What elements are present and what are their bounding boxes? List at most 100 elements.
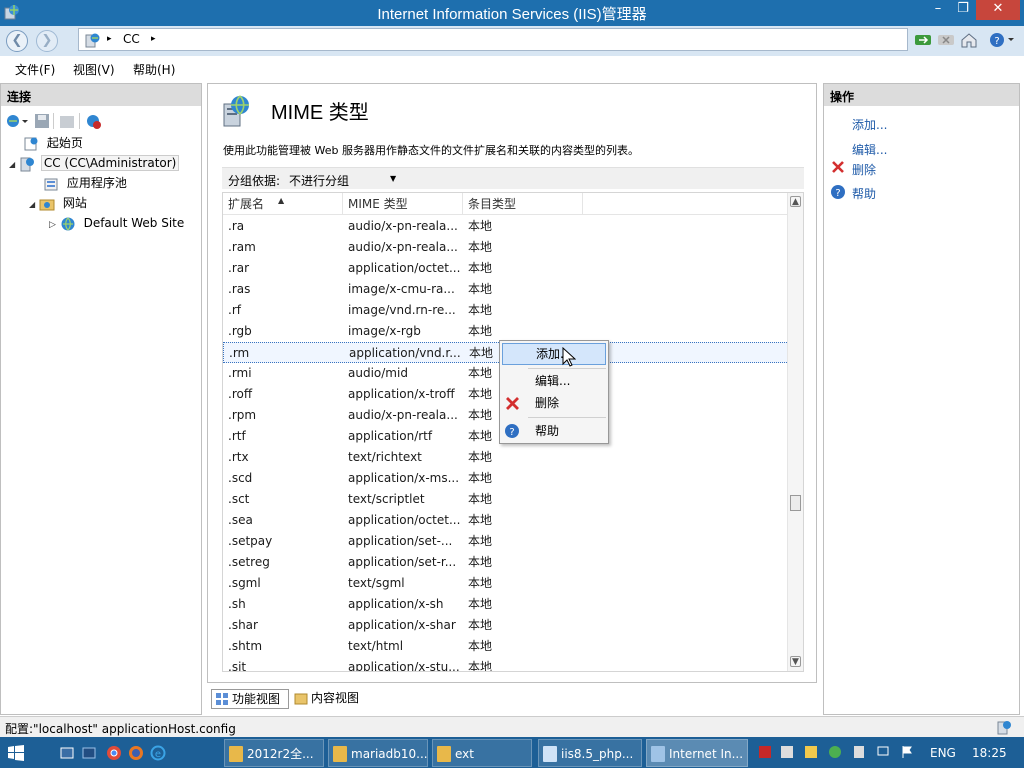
menu-help[interactable]: 帮助(H) bbox=[133, 61, 175, 78]
table-row[interactable]: .shar application/x-shar 本地 bbox=[223, 615, 789, 636]
firefox-icon[interactable] bbox=[128, 745, 144, 761]
taskbar-item-folder-mariadb[interactable]: mariadb10... bbox=[328, 739, 428, 767]
taskbar-item-folder-2012r2[interactable]: 2012r2全... bbox=[224, 739, 324, 767]
context-menu-edit[interactable]: 编辑... bbox=[502, 370, 606, 392]
maximize-button[interactable]: ❐ bbox=[951, 0, 975, 20]
collapse-arrow-icon[interactable]: ◢ bbox=[29, 200, 35, 209]
taskbar-item-iis-manager[interactable]: Internet In... bbox=[646, 739, 748, 767]
table-row[interactable]: .rgb image/x-rgb 本地 bbox=[223, 321, 789, 342]
tree-item-start-page[interactable]: 起始页 bbox=[23, 134, 83, 152]
action-help[interactable]: 帮助 bbox=[852, 185, 876, 202]
delete-connection-icon[interactable] bbox=[60, 116, 74, 128]
cell-mime-type: image/x-cmu-ra... bbox=[348, 282, 455, 296]
table-row[interactable]: .setpay application/set-... 本地 bbox=[223, 531, 789, 552]
breadcrumb-cc[interactable]: CC bbox=[123, 32, 140, 46]
tree-item-server[interactable]: ◢ CC (CC\Administrator) bbox=[9, 154, 180, 172]
vertical-scrollbar[interactable]: ▲ ▼ bbox=[787, 193, 803, 671]
connect-icon[interactable] bbox=[7, 115, 28, 127]
expand-arrow-icon[interactable]: ▷ bbox=[49, 220, 56, 230]
table-row[interactable]: .setreg application/set-r... 本地 bbox=[223, 552, 789, 573]
content-view-icon bbox=[294, 693, 308, 705]
table-row[interactable]: .ras image/x-cmu-ra... 本地 bbox=[223, 279, 789, 300]
table-row[interactable]: .sh application/x-sh 本地 bbox=[223, 594, 789, 615]
menu-file[interactable]: 文件(F) bbox=[15, 61, 55, 78]
cell-extension: .sct bbox=[228, 492, 250, 506]
network-icon[interactable] bbox=[876, 745, 890, 759]
table-row[interactable]: .rar application/octet... 本地 bbox=[223, 258, 789, 279]
table-row[interactable]: .sgml text/sgml 本地 bbox=[223, 573, 789, 594]
dropdown-arrow-icon[interactable]: ▼ bbox=[390, 174, 396, 183]
tray-app-icon[interactable] bbox=[828, 745, 842, 759]
cell-extension: .ra bbox=[228, 219, 245, 233]
table-row[interactable]: .rf image/vnd.rn-re... 本地 bbox=[223, 300, 789, 321]
internet-explorer-icon[interactable]: e bbox=[150, 745, 166, 761]
action-center-flag-icon[interactable] bbox=[900, 745, 914, 759]
forward-arrow-icon[interactable]: ❯ bbox=[36, 30, 58, 52]
input-language-indicator[interactable]: ENG bbox=[930, 739, 960, 767]
cell-extension: .rgb bbox=[228, 324, 252, 338]
server-manager-icon[interactable] bbox=[60, 746, 74, 760]
tray-app-icon[interactable] bbox=[852, 745, 866, 759]
table-row[interactable]: .rtx text/richtext 本地 bbox=[223, 447, 789, 468]
tree-item-app-pools[interactable]: 应用程序池 bbox=[43, 174, 127, 192]
tray-app-icon[interactable] bbox=[780, 745, 794, 759]
cell-entry-type: 本地 bbox=[468, 639, 493, 653]
table-row[interactable]: .ra audio/x-pn-reala... 本地 bbox=[223, 216, 789, 237]
refresh-icon[interactable] bbox=[914, 30, 932, 50]
disconnect-icon[interactable] bbox=[87, 115, 101, 129]
action-add[interactable]: 添加... bbox=[852, 116, 887, 133]
cell-entry-type: 本地 bbox=[468, 492, 493, 506]
tray-app-icon[interactable] bbox=[758, 745, 772, 759]
scroll-down-icon[interactable]: ▼ bbox=[790, 656, 801, 667]
collapse-arrow-icon[interactable]: ◢ bbox=[9, 160, 15, 169]
table-row[interactable]: .ram audio/x-pn-reala... 本地 bbox=[223, 237, 789, 258]
windows-start-icon[interactable] bbox=[8, 745, 24, 761]
table-row[interactable]: .shtm text/html 本地 bbox=[223, 636, 789, 657]
sites-folder-icon bbox=[39, 199, 55, 210]
column-header-extension[interactable]: 扩展名 ▲ bbox=[223, 193, 343, 215]
cell-entry-type: 本地 bbox=[468, 597, 493, 611]
action-delete[interactable]: 删除 bbox=[852, 161, 876, 178]
table-row[interactable]: .sct text/scriptlet 本地 bbox=[223, 489, 789, 510]
scroll-thumb[interactable] bbox=[790, 495, 801, 511]
server-globe-icon bbox=[85, 33, 100, 48]
stop-icon[interactable] bbox=[937, 30, 955, 50]
save-icon[interactable] bbox=[35, 114, 49, 128]
sort-ascending-icon: ▲ bbox=[278, 196, 285, 205]
tree-item-label: Default Web Site bbox=[83, 216, 185, 230]
scroll-up-icon[interactable]: ▲ bbox=[790, 196, 801, 207]
tree-item-sites[interactable]: ◢ 网站 bbox=[29, 194, 87, 212]
address-bar[interactable]: ▸ CC ▸ bbox=[78, 28, 908, 51]
cell-mime-type: text/html bbox=[348, 639, 404, 653]
table-row[interactable]: .sea application/octet... 本地 bbox=[223, 510, 789, 531]
cell-extension: .rtf bbox=[228, 429, 246, 443]
close-button[interactable]: ✕ bbox=[976, 0, 1020, 20]
tab-features-view[interactable]: 功能视图 bbox=[211, 689, 289, 709]
context-menu-help[interactable]: 帮助 bbox=[502, 420, 606, 442]
tree-item-default-web-site[interactable]: ▷ Default Web Site bbox=[49, 214, 184, 232]
column-header-mime-type[interactable]: MIME 类型 bbox=[343, 193, 463, 215]
home-icon[interactable] bbox=[960, 30, 978, 50]
table-row[interactable]: .sit application/x-stu... 本地 bbox=[223, 657, 789, 672]
context-menu-delete[interactable]: 删除 bbox=[502, 392, 606, 414]
chrome-icon[interactable] bbox=[106, 745, 122, 761]
powershell-icon[interactable] bbox=[82, 746, 96, 760]
taskbar-item-notepad-iis[interactable]: iis8.5_php... bbox=[538, 739, 642, 767]
tray-app-icon[interactable] bbox=[804, 745, 818, 759]
minimize-button[interactable]: – bbox=[925, 0, 951, 20]
cell-extension: .rf bbox=[228, 303, 241, 317]
help-dropdown-icon[interactable]: ? bbox=[988, 30, 1016, 50]
tab-content-view[interactable]: 内容视图 bbox=[291, 689, 371, 709]
action-edit[interactable]: 编辑... bbox=[852, 141, 887, 158]
context-menu-add[interactable]: 添加... bbox=[502, 343, 606, 365]
column-header-entry-type[interactable]: 条目类型 bbox=[463, 193, 583, 215]
group-by-bar: 分组依据: 不进行分组 ▼ bbox=[222, 167, 804, 189]
connections-pane: 连接 起始页 ◢ CC (CC\Administrator) 应用程序池 ◢ 网… bbox=[0, 83, 202, 715]
menu-view[interactable]: 视图(V) bbox=[73, 61, 115, 78]
back-arrow-icon[interactable]: ❮ bbox=[6, 30, 28, 52]
taskbar-item-folder-ext[interactable]: ext bbox=[432, 739, 532, 767]
table-row[interactable]: .scd application/x-ms... 本地 bbox=[223, 468, 789, 489]
cell-extension: .sit bbox=[228, 660, 247, 672]
system-clock[interactable]: 18:25 bbox=[972, 739, 1012, 767]
group-by-select[interactable]: 不进行分组 bbox=[289, 172, 349, 189]
